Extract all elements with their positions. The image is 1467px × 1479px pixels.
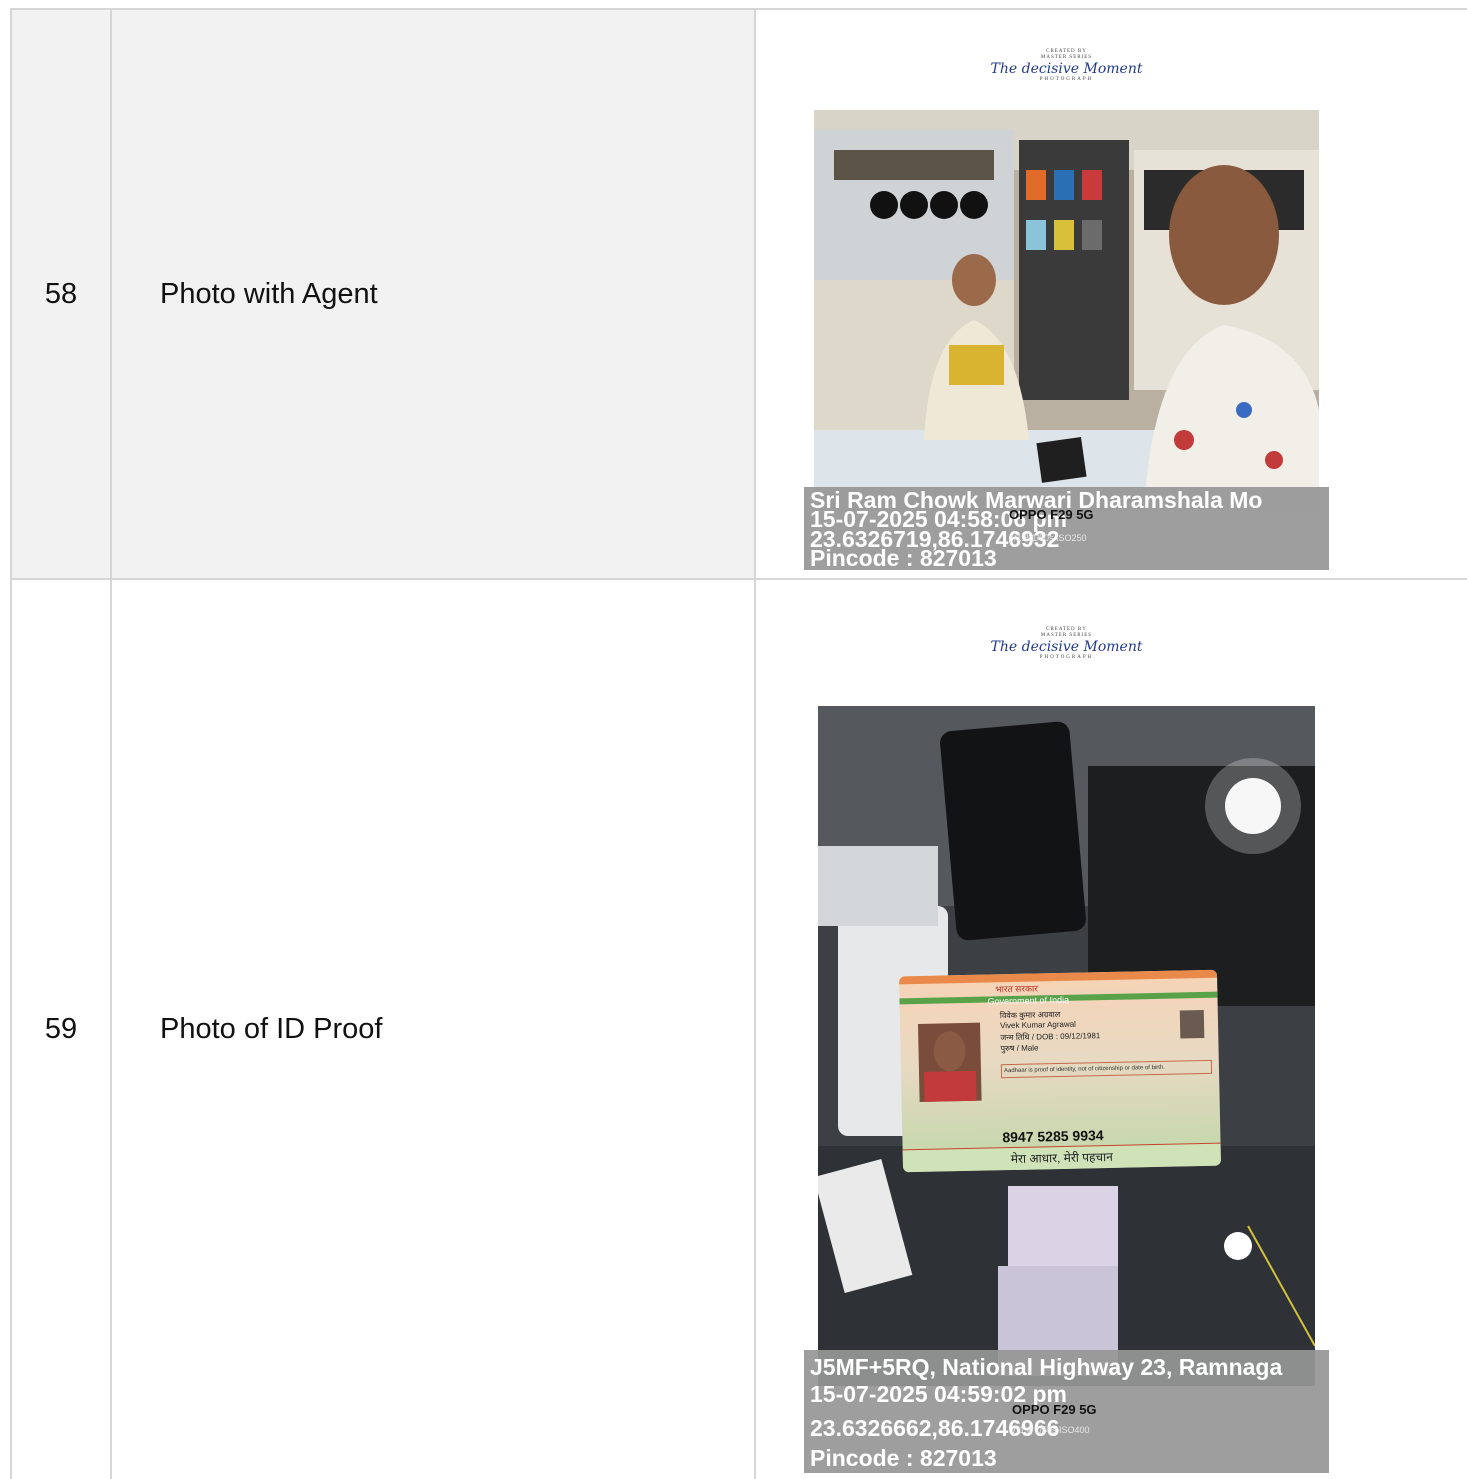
brand-top: CREATED BY MASTER SERIES: [1040, 49, 1093, 60]
geo-overlay: Sri Ram Chowk Marwari Dharamshala Mo 15-…: [804, 487, 1329, 570]
brand-bottom: PHOTOGRAPH: [1039, 655, 1094, 660]
photo-agent[interactable]: CREATED BY MASTER SERIES The decisive Mo…: [804, 27, 1329, 570]
row-number: 59: [12, 580, 110, 1479]
row-label-text: Photo of ID Proof: [160, 1013, 383, 1045]
row-number-text: 59: [44, 1013, 78, 1045]
row-number: 58: [12, 10, 110, 578]
id-card: भारत सरकार Government of India विवेक कुम…: [898, 969, 1222, 1173]
card-mini-photo: [1179, 1009, 1205, 1039]
overlay-device-sub: ƒ/1.8 1/50s ISO400: [1012, 1425, 1090, 1435]
card-name-en: Vivek Kumar Agrawal: [999, 1019, 1077, 1031]
photo-id-proof[interactable]: CREATED BY MASTER SERIES The decisive Mo…: [804, 620, 1329, 1473]
card-dob: जन्म तिथि / DOB : 09/12/1981: [1000, 1031, 1101, 1043]
card-gov-hi: भारत सरकार: [995, 983, 1039, 995]
photo-cell: CREATED BY MASTER SERIES The decisive Mo…: [756, 580, 1467, 1479]
card-photo: [917, 1022, 982, 1102]
row-label-text: Photo with Agent: [160, 277, 378, 310]
card-number: 8947 5285 9934: [1002, 1127, 1104, 1146]
brand-script: The decisive Moment: [990, 639, 1143, 655]
row-label: Photo of ID Proof: [112, 580, 754, 1479]
brand-bottom: PHOTOGRAPH: [1039, 77, 1094, 82]
card-gov-en: Government of India: [987, 994, 1070, 1007]
table-row: 58 Photo with Agent CREATED BY MASTER SE…: [0, 10, 1467, 578]
card-gender: पुरुष / Male: [1000, 1043, 1039, 1054]
card-note: Aadhaar is proof of identity, not of cit…: [1000, 1059, 1213, 1079]
brand-watermark: CREATED BY MASTER SERIES The decisive Mo…: [804, 627, 1329, 660]
shop-scene-image: [814, 110, 1319, 510]
row-label: Photo with Agent: [112, 10, 754, 578]
overlay-address: J5MF+5RQ, National Highway 23, Ramnaga: [810, 1354, 1283, 1380]
geo-overlay: J5MF+5RQ, National Highway 23, Ramnaga 1…: [804, 1350, 1329, 1473]
overlay-device: OPPO F29 5G: [1009, 507, 1094, 522]
brand-watermark: CREATED BY MASTER SERIES The decisive Mo…: [804, 49, 1329, 82]
table-row: 59 Photo of ID Proof CREATED BY MASTER S…: [0, 580, 1467, 1479]
overlay-pincode: Pincode : 827013: [810, 1445, 997, 1471]
row-number-text: 58: [44, 277, 78, 310]
photo-cell: CREATED BY MASTER SERIES The decisive Mo…: [756, 10, 1467, 578]
brand-script: The decisive Moment: [990, 61, 1143, 77]
overlay-device: OPPO F29 5G: [1012, 1402, 1097, 1417]
overlay-pincode: Pincode : 827013: [810, 545, 997, 570]
brand-top: CREATED BY MASTER SERIES: [1040, 627, 1093, 638]
overlay-device-sub: ƒ/1.8 1/50s ISO250: [1009, 533, 1087, 543]
